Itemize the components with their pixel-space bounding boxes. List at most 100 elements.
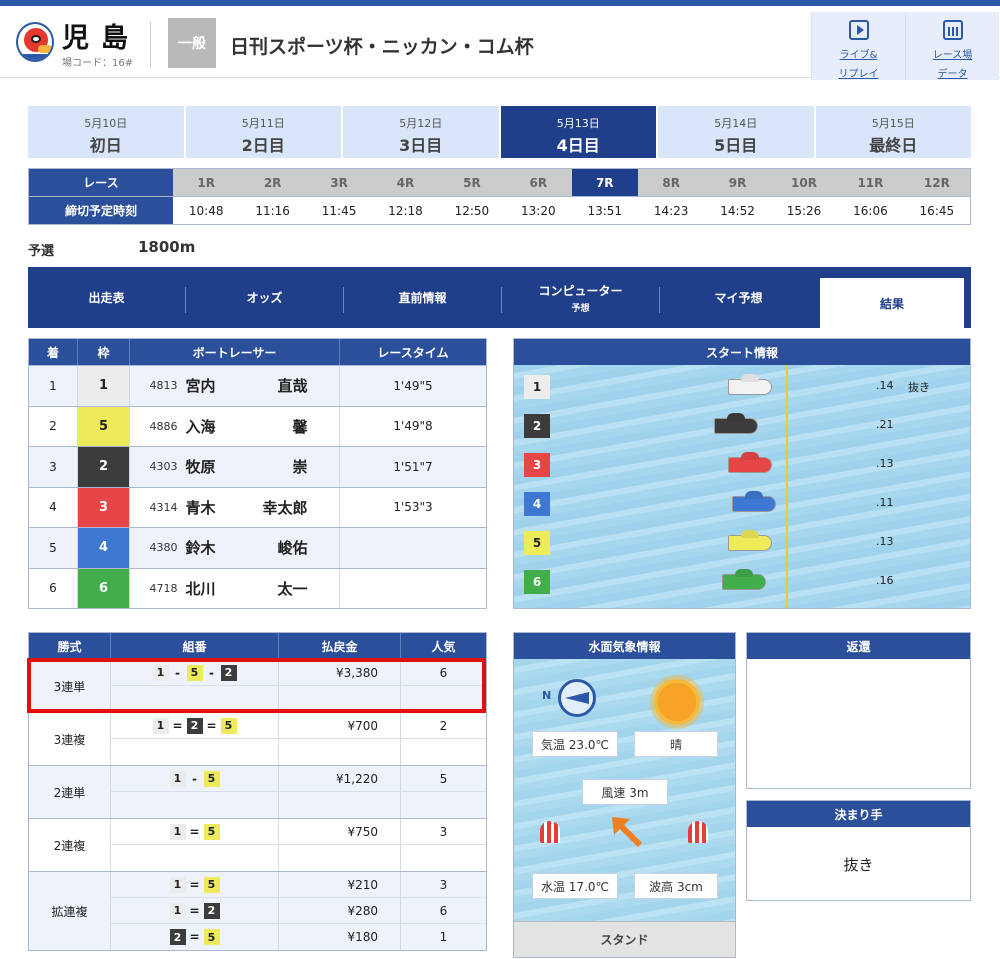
race-deadline: 16:06 — [837, 197, 904, 224]
combo-operator: - — [209, 665, 214, 680]
frame-cell: 4 — [78, 528, 130, 568]
racer-reg-number: 4886 — [149, 419, 178, 433]
combo-cell: 2 = 5 — [111, 924, 279, 950]
combo-boat-number: 1 — [169, 823, 186, 840]
header-divider — [150, 22, 151, 68]
racer-name-link[interactable]: 牧原 崇 — [186, 456, 336, 477]
bet-type: 2連複 — [29, 819, 111, 871]
racer-first-name: 太一 — [277, 579, 308, 598]
tab-label: 出走表 — [88, 291, 125, 305]
tab-my-prediction[interactable]: マイ予想 — [660, 267, 817, 328]
day-tab-1[interactable]: 5月10日 初日 — [28, 106, 186, 158]
race-11r[interactable]: 11R — [837, 169, 904, 196]
payout-amount: ¥210 — [279, 872, 401, 897]
tab-computer-prediction[interactable]: コンピューター 予想 — [502, 267, 659, 328]
tab-entry-list[interactable]: 出走表 — [28, 267, 185, 328]
race-time: 1'49"8 — [393, 419, 433, 434]
racer-name-link[interactable]: 宮内 直哉 — [186, 375, 336, 396]
refund-title: 返還 — [747, 633, 970, 659]
combo-cell: 1 = 2 — [111, 898, 279, 923]
popularity — [401, 686, 486, 712]
tab-pre-race-info[interactable]: 直前情報 — [344, 267, 501, 328]
payout-amount: ¥700 — [279, 713, 401, 738]
payout-line: 1 = 5 ¥210 3 — [111, 872, 486, 898]
race-6r[interactable]: 6R — [505, 169, 572, 196]
day-tab-4[interactable]: 5月13日 4日目 — [500, 106, 658, 158]
start-lane: 3.13 — [524, 447, 964, 477]
day-date: 5月13日 — [556, 117, 600, 130]
combo-boat-number: 1 — [169, 902, 186, 919]
race-7r[interactable]: 7R — [571, 169, 638, 196]
frame-number: 4 — [78, 528, 129, 568]
combo-boat-number: 5 — [203, 770, 220, 787]
race-10r[interactable]: 10R — [770, 169, 838, 196]
racer-name-link[interactable]: 青木 幸太郎 — [186, 497, 336, 518]
wind-arrow-icon — [612, 817, 643, 848]
racer-first-name: 峻佑 — [277, 539, 308, 558]
payout-line: 2 = 5 ¥180 1 — [111, 924, 486, 950]
combo-cell — [111, 792, 279, 818]
result-row: 6 6 4718 北川 太一 — [29, 567, 486, 608]
payout-amount — [279, 792, 401, 818]
start-technique: 抜き — [908, 381, 930, 394]
popularity — [401, 739, 486, 765]
payout-amount: ¥180 — [279, 924, 401, 950]
racer-name-link[interactable]: 北川 太一 — [186, 578, 336, 599]
tab-odds[interactable]: オッズ — [186, 267, 343, 328]
payout-amount: ¥750 — [279, 819, 401, 844]
day-tab-2[interactable]: 5月11日 2日目 — [185, 106, 343, 158]
day-tab-3[interactable]: 5月12日 3日目 — [343, 106, 501, 158]
result-row: 1 1 4813 宮内 直哉 1'49"5 — [29, 365, 486, 406]
day-date: 5月10日 — [84, 117, 128, 130]
popularity: 6 — [439, 665, 448, 680]
payout-line — [111, 686, 486, 712]
race-8r[interactable]: 8R — [637, 169, 705, 196]
amount-header: 払戻金 — [279, 633, 401, 659]
combo-operator: - — [192, 771, 197, 786]
lane-number: 1 — [524, 375, 550, 399]
racer-cell: 4813 宮内 直哉 — [130, 366, 340, 406]
rank-header: 着 — [29, 339, 78, 365]
race-3r[interactable]: 3R — [305, 169, 373, 196]
frame-number: 1 — [78, 366, 129, 406]
race-deadline: 10:48 — [173, 197, 240, 224]
payout-line: 1-5 ¥1,220 5 — [111, 766, 486, 792]
race-5r[interactable]: 5R — [438, 169, 506, 196]
day-date: 5月11日 — [241, 117, 285, 130]
combo-operator: = — [189, 877, 200, 892]
race-4r[interactable]: 4R — [372, 169, 439, 196]
racer-cell: 4314 青木 幸太郎 — [130, 487, 340, 527]
boat-icon — [728, 535, 772, 551]
lane-number: 2 — [524, 414, 550, 438]
race-1r[interactable]: 1R — [173, 169, 240, 196]
results-table: 着 枠 ボートレーサー レースタイム 1 1 4813 宮内 直哉 1'49"5 2 5 488… — [28, 338, 487, 609]
payout-amount — [279, 686, 401, 712]
start-water: 1.14 抜き 2.21 3.13 4.11 5.13 6.16 — [514, 365, 970, 608]
racer-first-name: 馨 — [292, 417, 308, 436]
result-row: 5 4 4380 鈴木 峻佑 — [29, 527, 486, 568]
weather-title: 水面気象情報 — [514, 633, 735, 659]
venue-data-button[interactable]: レース場 データ — [905, 12, 999, 80]
racer-last-name: 宮内 — [185, 377, 216, 396]
start-lane: 2.21 — [524, 408, 964, 438]
combo-operator: = — [189, 930, 200, 944]
racer-cell: 4303 牧原 崇 — [130, 447, 340, 487]
race-12r[interactable]: 12R — [903, 169, 971, 196]
racer-cell: 4380 鈴木 峻佑 — [130, 528, 340, 568]
payout-line: 1 = 2 ¥280 6 — [111, 898, 486, 924]
day-tab-5[interactable]: 5月14日 5日目 — [658, 106, 816, 158]
racer-name-link[interactable]: 鈴木 峻佑 — [186, 537, 336, 558]
frame-cell: 2 — [78, 447, 130, 487]
bet-type: 2連単 — [29, 766, 111, 818]
tab-results[interactable]: 結果 — [820, 278, 964, 328]
payout-table: 勝式 組番 払戻金 人気 3連単 1-5-2 ¥3,380 6 3連複 1 = 2 = 5 ¥700… — [28, 632, 487, 951]
day-tab-6[interactable]: 5月15日 最終日 — [815, 106, 971, 158]
racer-last-name: 牧原 — [185, 458, 216, 477]
racer-name-link[interactable]: 入海 馨 — [186, 416, 336, 437]
tv-icon — [848, 20, 869, 40]
live-replay-button[interactable]: ライブ& リプレイ — [811, 12, 905, 80]
combo-boat-number: 1 — [152, 717, 169, 734]
race-2r[interactable]: 2R — [239, 169, 306, 196]
race-9r[interactable]: 9R — [704, 169, 771, 196]
weather-condition: 晴 — [634, 731, 718, 757]
